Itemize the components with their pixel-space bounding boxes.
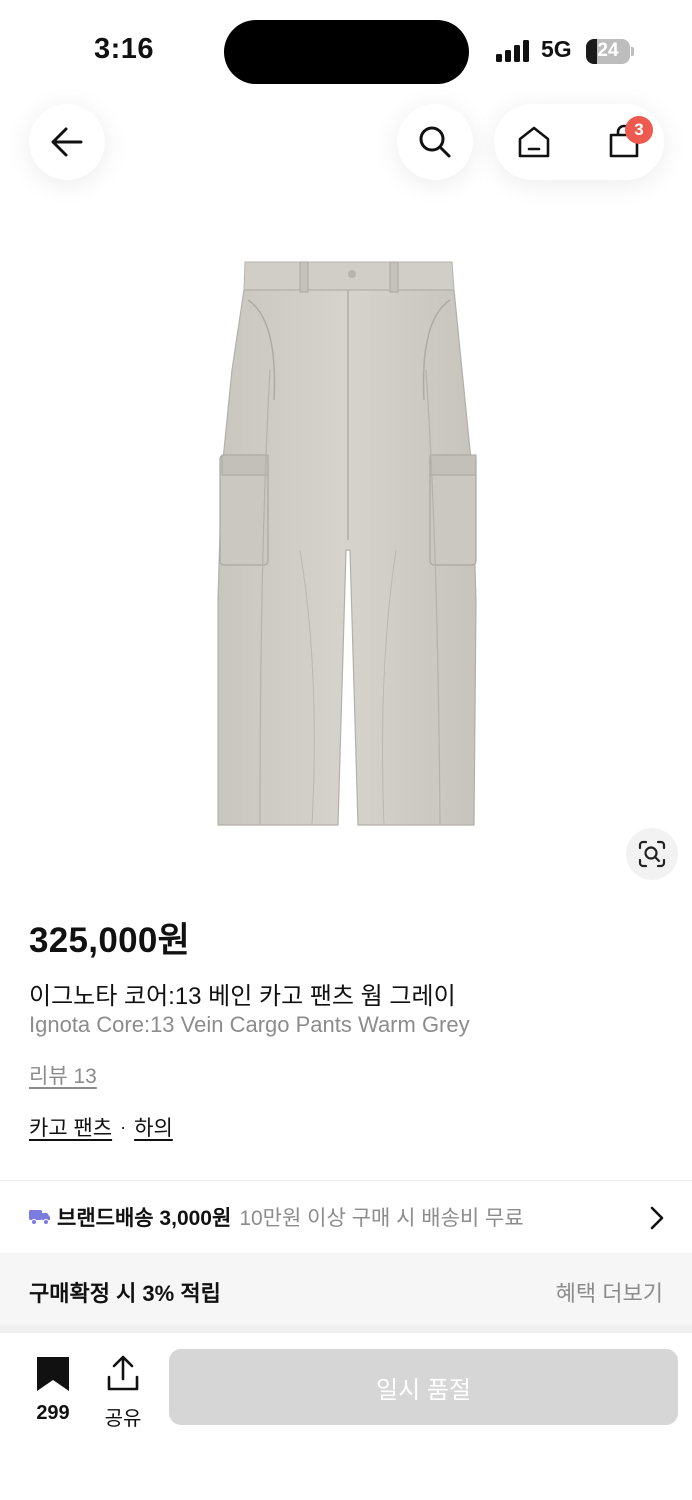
back-button[interactable] xyxy=(29,104,105,180)
status-time: 3:16 xyxy=(94,33,155,65)
visual-search-button[interactable] xyxy=(626,828,678,880)
shipping-fee: 브랜드배송 3,000원 xyxy=(57,1207,232,1230)
search-button[interactable] xyxy=(397,104,473,180)
share-button[interactable]: 공유 xyxy=(98,1355,148,1431)
lens-icon xyxy=(638,840,666,868)
points-text: 구매확정 시 3% 적립 xyxy=(29,1281,221,1306)
home-button[interactable] xyxy=(494,104,574,180)
battery-percent: 24 xyxy=(597,40,619,61)
category-breadcrumb: 카고 팬츠 · 하의 xyxy=(29,1112,173,1142)
network-label: 5G xyxy=(541,36,572,62)
cart-count-badge: 3 xyxy=(625,116,653,144)
product-price: 325,000원 xyxy=(29,921,191,960)
signal-icon xyxy=(496,40,532,62)
category-link-cargo-pants[interactable]: 카고 팬츠 xyxy=(29,1112,112,1142)
bookmark-icon xyxy=(37,1357,69,1391)
truck-icon xyxy=(29,1210,50,1225)
share-label: 공유 xyxy=(104,1408,142,1430)
dynamic-island xyxy=(224,20,469,84)
cart-button[interactable] xyxy=(584,104,664,180)
arrow-left-icon xyxy=(51,127,83,157)
search-icon xyxy=(419,126,451,158)
chevron-right-icon xyxy=(650,1206,664,1230)
points-benefit-row: 구매확정 시 3% 적립 혜택 더보기 xyxy=(0,1253,692,1325)
free-shipping-note: 10만원 이상 구매 시 배송비 무료 xyxy=(239,1207,524,1230)
product-image[interactable] xyxy=(200,250,492,840)
status-bar: 3:16 5G 24 xyxy=(0,0,692,100)
battery-icon: 24 xyxy=(586,39,630,64)
bookmark-count: 299 xyxy=(36,1402,70,1424)
battery-cap xyxy=(631,47,634,56)
section-spacer xyxy=(0,1325,692,1333)
bottom-action-bar: 299 공유 일시 품절 xyxy=(0,1333,692,1500)
category-link-bottoms[interactable]: 하의 xyxy=(134,1112,173,1142)
benefits-more-link[interactable]: 혜택 더보기 xyxy=(556,1276,663,1308)
product-title-english: Ignota Core:13 Vein Cargo Pants Warm Gre… xyxy=(29,1012,470,1037)
home-icon xyxy=(518,126,550,158)
share-icon xyxy=(107,1355,139,1391)
category-separator: · xyxy=(120,1116,127,1137)
shipping-info-row[interactable]: 브랜드배송 3,000원 10만원 이상 구매 시 배송비 무료 xyxy=(0,1181,692,1253)
bookmark-button[interactable]: 299 xyxy=(28,1355,78,1425)
product-title-korean: 이그노타 코어:13 베인 카고 팬츠 웜 그레이 xyxy=(29,983,456,1010)
review-link[interactable]: 리뷰 13 xyxy=(29,1060,97,1090)
sold-out-button[interactable]: 일시 품절 xyxy=(169,1349,678,1425)
